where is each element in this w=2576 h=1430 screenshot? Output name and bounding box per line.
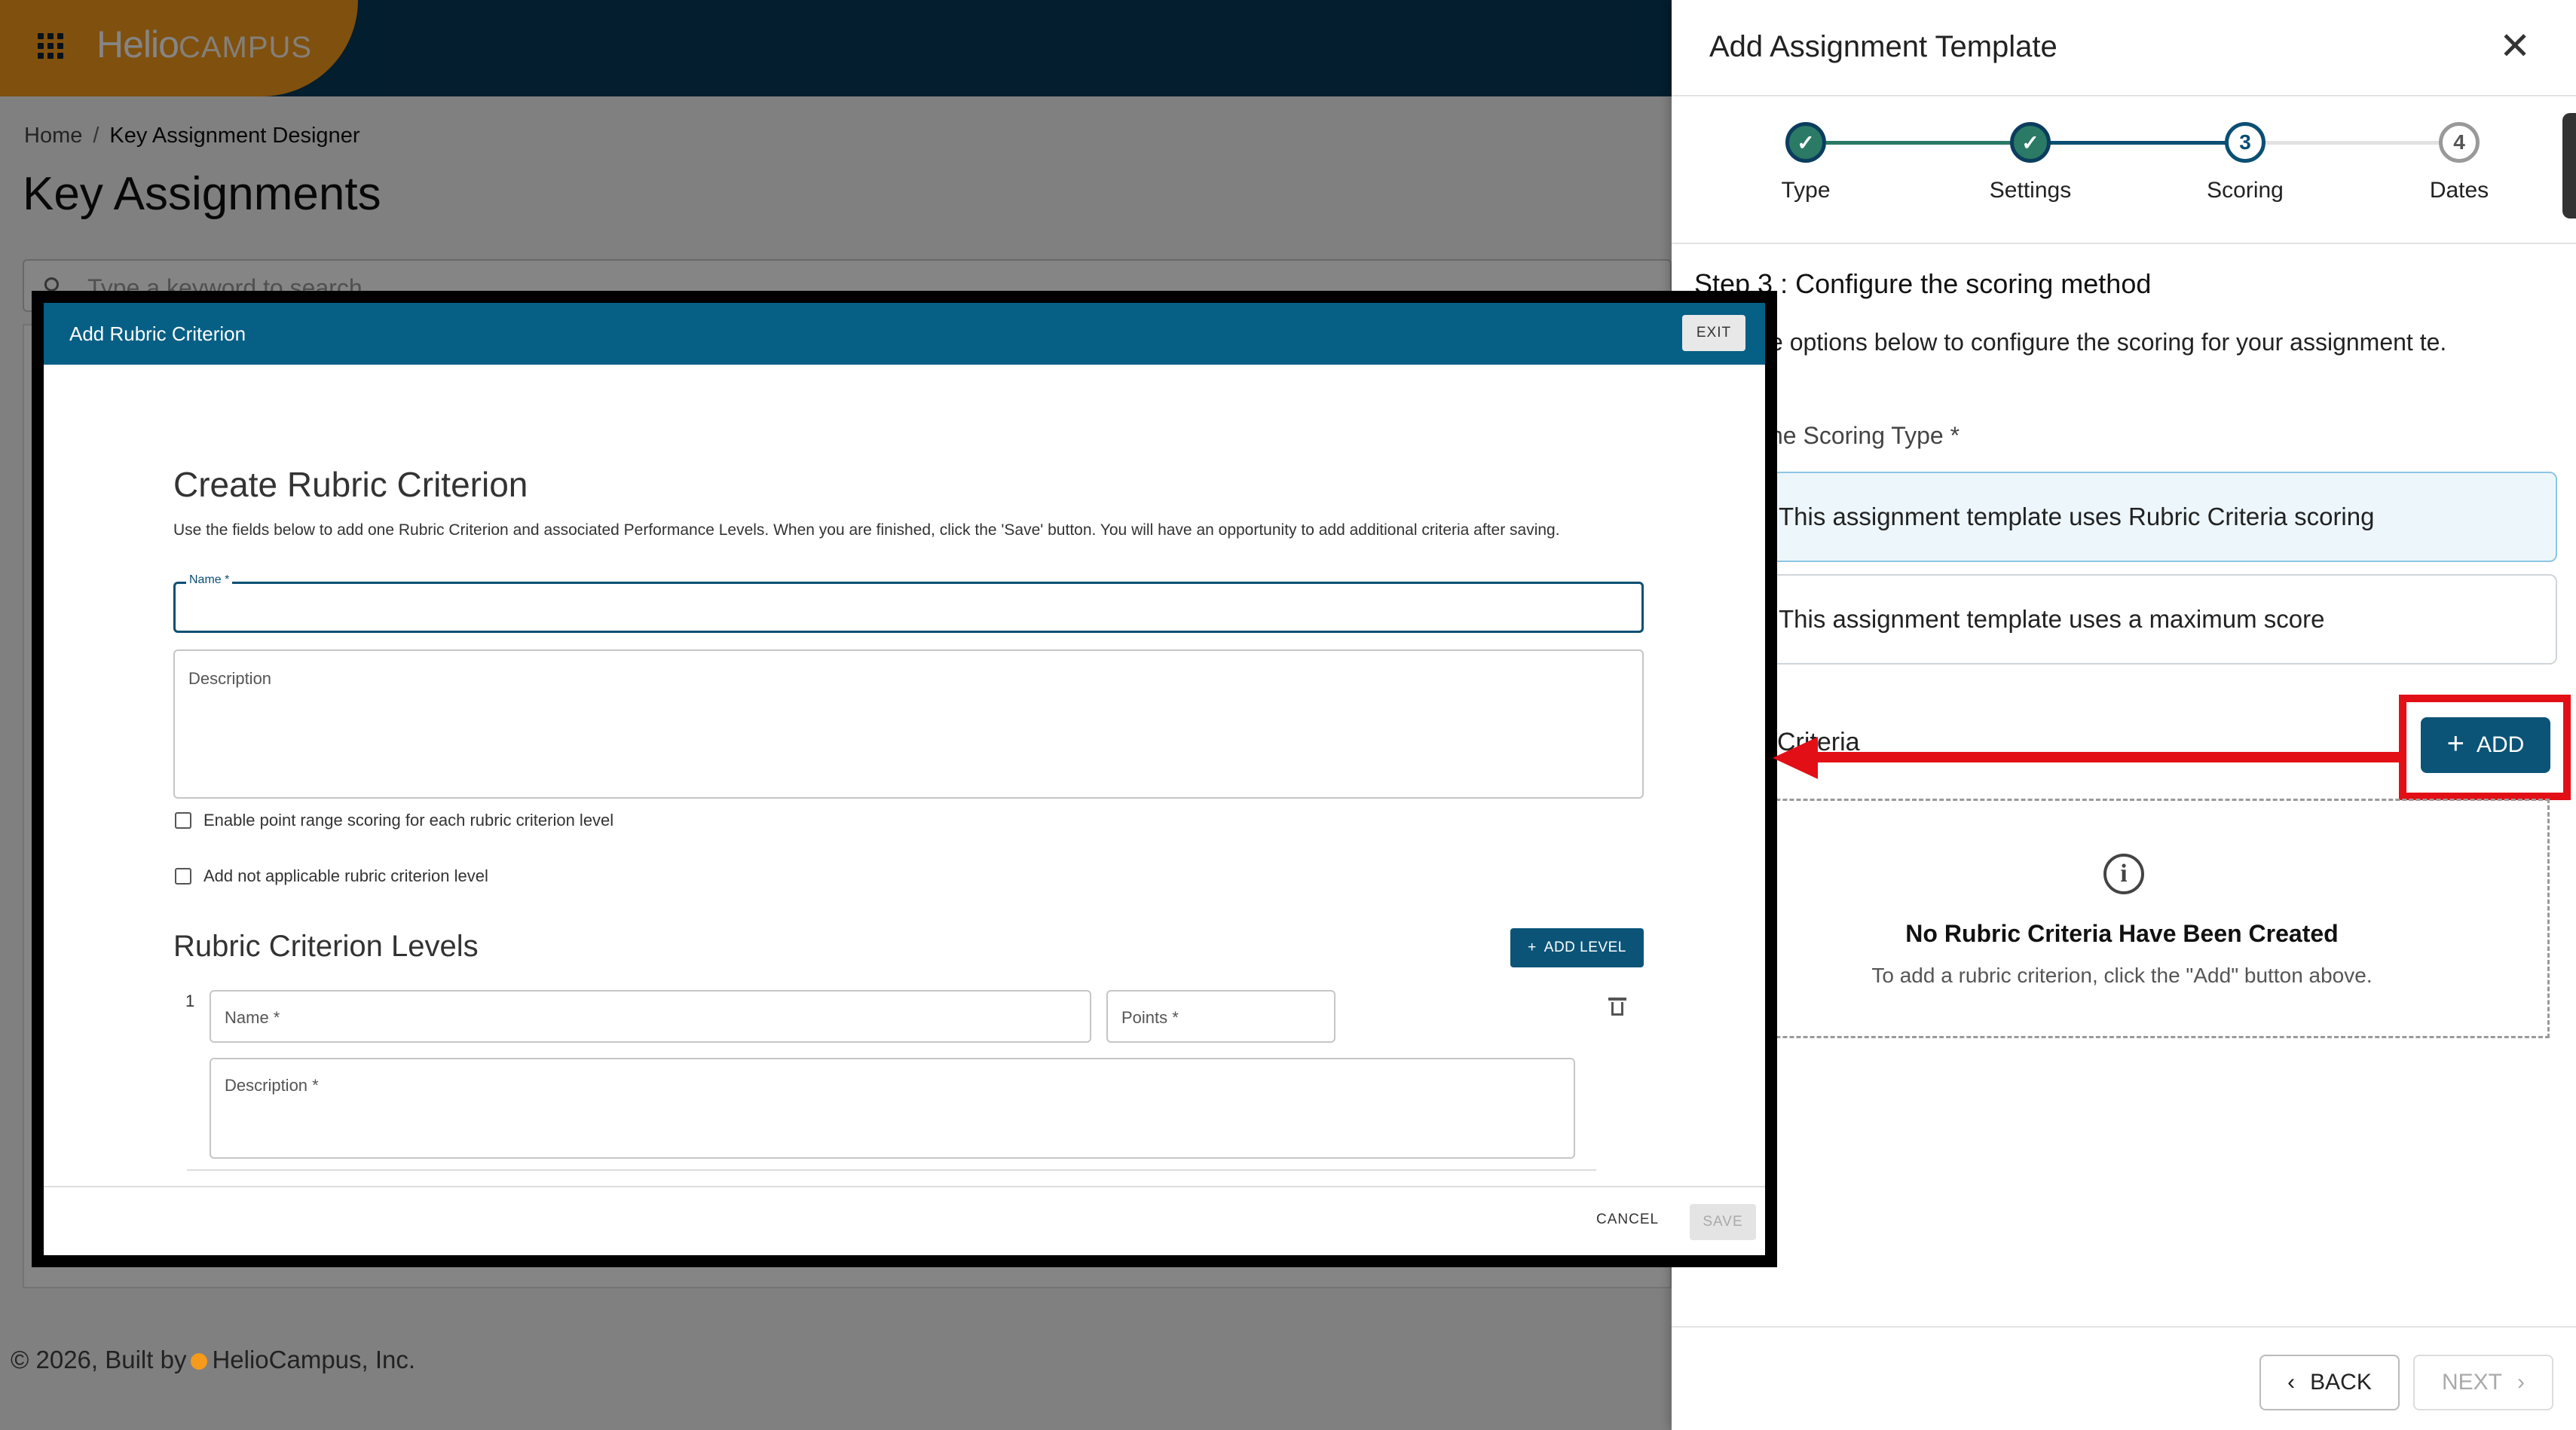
modal-header: Add Rubric Criterion EXIT <box>44 303 1765 365</box>
heliocampus-logo-icon <box>191 1353 208 1370</box>
save-button[interactable]: SAVE <box>1690 1204 1756 1240</box>
stepper: ✓ Type ✓ Settings 3 Scoring 4 Dates <box>1672 96 2576 244</box>
next-button[interactable]: NEXT › <box>2413 1355 2553 1410</box>
step-description: e options below to configure the scoring… <box>1770 328 2447 356</box>
annotation-arrow-shaft <box>1809 752 2400 762</box>
cancel-button[interactable]: CANCEL <box>1596 1212 1659 1228</box>
exit-button[interactable]: EXIT <box>1682 315 1745 351</box>
check-icon: ✓ <box>1785 122 1826 163</box>
plus-icon: + <box>1528 940 1537 955</box>
empty-criteria-box: i No Rubric Criteria Have Been Created T… <box>1694 799 2550 1038</box>
create-description: Use the fields below to add one Rubric C… <box>173 521 1560 539</box>
check-icon: ✓ <box>2010 122 2051 163</box>
modal-frame: Add Rubric Criterion EXIT Create Rubric … <box>32 291 1777 1267</box>
step-number: 3 <box>2225 122 2265 163</box>
scrollbar-handle[interactable] <box>2562 113 2576 218</box>
criterion-name-input[interactable]: Name * <box>173 573 1644 633</box>
empty-subtitle: To add a rubric criterion, click the "Ad… <box>1871 964 2373 987</box>
level-description-input[interactable]: Description * <box>210 1058 1575 1159</box>
not-applicable-checkbox[interactable] <box>175 868 191 885</box>
add-rubric-criterion-modal: Add Rubric Criterion EXIT Create Rubric … <box>44 303 1765 1255</box>
chevron-right-icon: › <box>2517 1370 2525 1395</box>
name-label: Name * <box>186 573 233 587</box>
footer: © 2026, Built by HelioCampus, Inc. <box>11 1346 416 1373</box>
drawer-footer: ‹ BACK NEXT › <box>1672 1326 2576 1430</box>
level-number: 1 <box>185 992 195 1010</box>
drawer-title: Add Assignment Template <box>1709 30 2057 63</box>
modal-footer: CANCEL SAVE <box>44 1186 1765 1255</box>
step-settings[interactable]: ✓ Settings <box>1947 122 2113 203</box>
create-heading: Create Rubric Criterion <box>173 465 528 504</box>
back-button[interactable]: ‹ BACK <box>2259 1355 2400 1410</box>
empty-title: No Rubric Criteria Have Been Created <box>1905 920 2339 947</box>
description-placeholder: Description <box>188 669 272 688</box>
level-name-input[interactable]: Name * <box>210 990 1091 1043</box>
add-assignment-template-drawer: Add Assignment Template ✕ ✓ Type ✓ Setti… <box>1672 0 2576 1430</box>
level-points-input[interactable]: Points * <box>1106 990 1335 1043</box>
step-number: 4 <box>2439 122 2480 163</box>
add-level-button[interactable]: + ADD LEVEL <box>1510 928 1644 967</box>
not-applicable-checkbox-row[interactable]: Add not applicable rubric criterion leve… <box>175 866 488 886</box>
levels-heading: Rubric Criterion Levels <box>173 930 479 963</box>
info-icon: i <box>2103 854 2144 894</box>
step-scoring[interactable]: 3 Scoring <box>2162 122 2328 203</box>
close-icon[interactable]: ✕ <box>2499 27 2531 65</box>
option-maximum-score[interactable]: This assignment template uses a maximum … <box>1679 574 2557 665</box>
criterion-description-input[interactable]: Description <box>173 649 1644 799</box>
trash-icon[interactable] <box>1608 996 1626 1017</box>
highlight-annotation <box>2399 695 2571 800</box>
divider <box>187 1169 1596 1171</box>
point-range-checkbox[interactable] <box>175 812 191 829</box>
chevron-left-icon: ‹ <box>2287 1370 2296 1395</box>
point-range-checkbox-row[interactable]: Enable point range scoring for each rubr… <box>175 811 613 830</box>
drawer-header: Add Assignment Template ✕ <box>1672 0 2576 96</box>
modal-title: Add Rubric Criterion <box>69 322 246 345</box>
option-rubric-scoring[interactable]: This assignment template uses Rubric Cri… <box>1679 472 2557 562</box>
step-dates[interactable]: 4 Dates <box>2376 122 2542 203</box>
annotation-arrow-head <box>1773 737 1818 779</box>
step-type[interactable]: ✓ Type <box>1723 122 1889 203</box>
scoring-type-label: he Scoring Type * <box>1770 422 1960 449</box>
